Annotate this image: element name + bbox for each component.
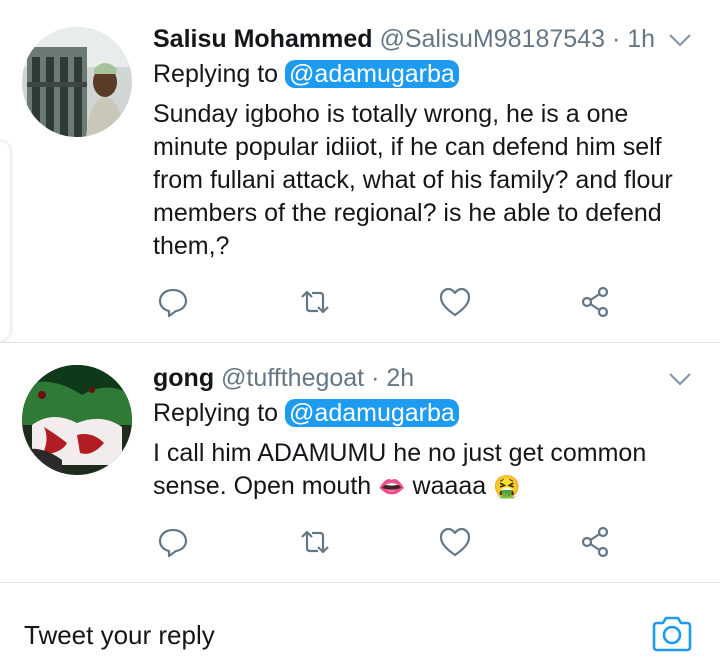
share-button[interactable] <box>578 524 614 560</box>
camera-icon <box>652 616 692 652</box>
retweet-button[interactable] <box>297 524 333 560</box>
replying-label: Replying to <box>153 60 279 88</box>
retweet-icon <box>301 290 329 314</box>
lips-emoji: 👄 <box>378 475 406 500</box>
reply-button[interactable] <box>155 284 191 320</box>
tweet-text: I call him ADAMUMU he no just get common… <box>153 437 693 504</box>
vomit-emoji: 🤮 <box>493 475 521 500</box>
reply-mention-link[interactable]: @adamugarba <box>285 399 459 427</box>
like-button[interactable] <box>437 524 473 560</box>
retweet-button[interactable] <box>297 284 333 320</box>
avatar[interactable] <box>22 27 132 137</box>
timestamp[interactable]: · 1h <box>612 25 655 53</box>
replying-to-line: Replying to @adamugarba <box>153 397 459 430</box>
camera-button[interactable] <box>650 614 694 654</box>
tweet-header: Salisu Mohammed @SalisuM98187543 · 1h <box>153 23 655 56</box>
tweet-header: gong @tuffthegoat · 2h <box>153 362 414 395</box>
reply-button[interactable] <box>155 524 191 560</box>
share-icon <box>581 286 609 318</box>
display-name[interactable]: gong <box>153 364 214 392</box>
reply-input[interactable] <box>24 618 524 652</box>
timestamp[interactable]: · 2h <box>371 364 414 392</box>
share-icon <box>581 526 609 558</box>
tweet[interactable]: gong @tuffthegoat · 2h Replying to @adam… <box>0 343 720 581</box>
flag-photo-icon <box>22 365 132 475</box>
avatar[interactable] <box>22 365 132 475</box>
chevron-down-icon[interactable] <box>668 33 692 47</box>
user-photo-icon <box>22 27 132 137</box>
user-handle[interactable]: @tuffthegoat <box>221 364 364 392</box>
share-button[interactable] <box>578 284 614 320</box>
like-button[interactable] <box>437 284 473 320</box>
replying-to-line: Replying to @adamugarba <box>153 58 459 91</box>
reply-icon <box>158 288 188 318</box>
tweet-text-tail: waaaa <box>412 472 494 500</box>
heart-icon <box>439 527 471 557</box>
tweet[interactable]: Salisu Mohammed @SalisuM98187543 · 1h Re… <box>0 0 720 342</box>
tweet-text: Sunday igboho is totally wrong, he is a … <box>153 100 673 260</box>
chevron-down-icon[interactable] <box>668 372 692 386</box>
display-name[interactable]: Salisu Mohammed <box>153 25 373 53</box>
reply-icon <box>158 528 188 558</box>
user-handle[interactable]: @SalisuM98187543 <box>379 25 605 53</box>
retweet-icon <box>301 530 329 554</box>
replying-label: Replying to <box>153 399 279 427</box>
heart-icon <box>439 287 471 317</box>
reply-mention-link[interactable]: @adamugarba <box>285 60 459 88</box>
side-panel-edge <box>0 140 11 342</box>
